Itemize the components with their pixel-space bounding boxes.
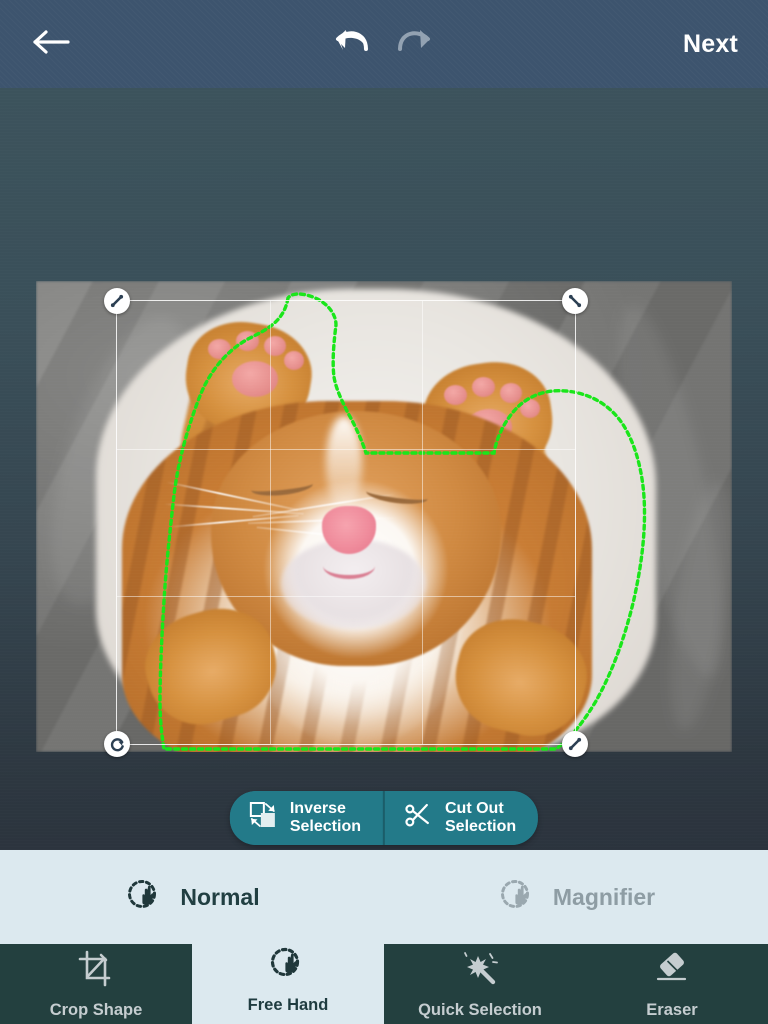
tab-free-hand-label: Free Hand — [247, 995, 329, 1014]
tab-quick-selection[interactable]: Quick Selection — [384, 944, 576, 1024]
undo-icon — [333, 26, 371, 65]
scissors-icon — [403, 800, 433, 835]
mode-magnifier-label: Magnifier — [552, 883, 656, 910]
selection-actions: Inverse Selection Cut Out Selection — [229, 791, 539, 845]
tab-crop-shape[interactable]: Crop Shape — [0, 944, 192, 1024]
tab-quick-selection-label: Quick Selection — [418, 1000, 542, 1019]
free-hand-icon — [267, 944, 309, 989]
mode-magnifier[interactable]: Magnifier — [384, 850, 768, 944]
redo-icon — [395, 26, 433, 65]
inverse-selection-label: Inverse Selection — [289, 800, 361, 835]
tab-free-hand[interactable]: Free Hand — [192, 926, 384, 1024]
resize-handle-top-left[interactable] — [104, 288, 130, 314]
grid-line-horizontal-1 — [117, 448, 575, 450]
resize-diagonal-icon — [568, 737, 582, 751]
crop-selection-box[interactable] — [104, 288, 588, 757]
rotate-handle-bottom-left[interactable] — [104, 731, 130, 757]
resize-diagonal-icon — [110, 294, 124, 308]
resize-handle-bottom-right[interactable] — [562, 731, 588, 757]
eraser-icon — [651, 949, 693, 994]
tab-eraser[interactable]: Eraser — [576, 944, 768, 1024]
magic-wand-icon — [460, 949, 500, 994]
tab-eraser-label: Eraser — [646, 1000, 698, 1019]
mode-normal-label: Normal — [180, 883, 260, 910]
crop-shape-icon — [76, 949, 116, 994]
inverse-selection-button[interactable]: Inverse Selection — [229, 791, 383, 845]
bottom-tool-nav: Crop Shape Free Hand Quick Selection Era… — [0, 926, 768, 1024]
resize-handle-top-right[interactable] — [562, 288, 588, 314]
top-app-bar: Next — [0, 0, 768, 88]
hand-pointer-dashed-icon — [124, 875, 166, 920]
back-button[interactable] — [28, 24, 76, 64]
grid-line-horizontal-2 — [117, 596, 575, 598]
undo-button[interactable] — [330, 24, 374, 66]
arrow-left-icon — [32, 27, 72, 62]
grid-line-vertical-2 — [422, 301, 424, 744]
resize-diagonal-icon — [568, 294, 582, 308]
hand-pointer-dashed-icon — [497, 875, 539, 920]
redo-button[interactable] — [392, 24, 436, 66]
editor-canvas[interactable] — [0, 88, 768, 850]
next-button[interactable]: Next — [675, 26, 746, 63]
grid-line-vertical-1 — [269, 301, 271, 744]
photo-editor-screen: Next Inverse Selection Cut Out Selection… — [0, 0, 768, 1024]
tab-crop-shape-label: Crop Shape — [49, 1000, 143, 1019]
rotate-icon — [110, 737, 124, 751]
inverse-selection-icon — [248, 800, 278, 835]
mode-selector-bar: Normal Magnifier — [0, 850, 768, 944]
cut-out-selection-label: Cut Out Selection — [445, 800, 517, 835]
cut-out-selection-button[interactable]: Cut Out Selection — [383, 791, 539, 845]
